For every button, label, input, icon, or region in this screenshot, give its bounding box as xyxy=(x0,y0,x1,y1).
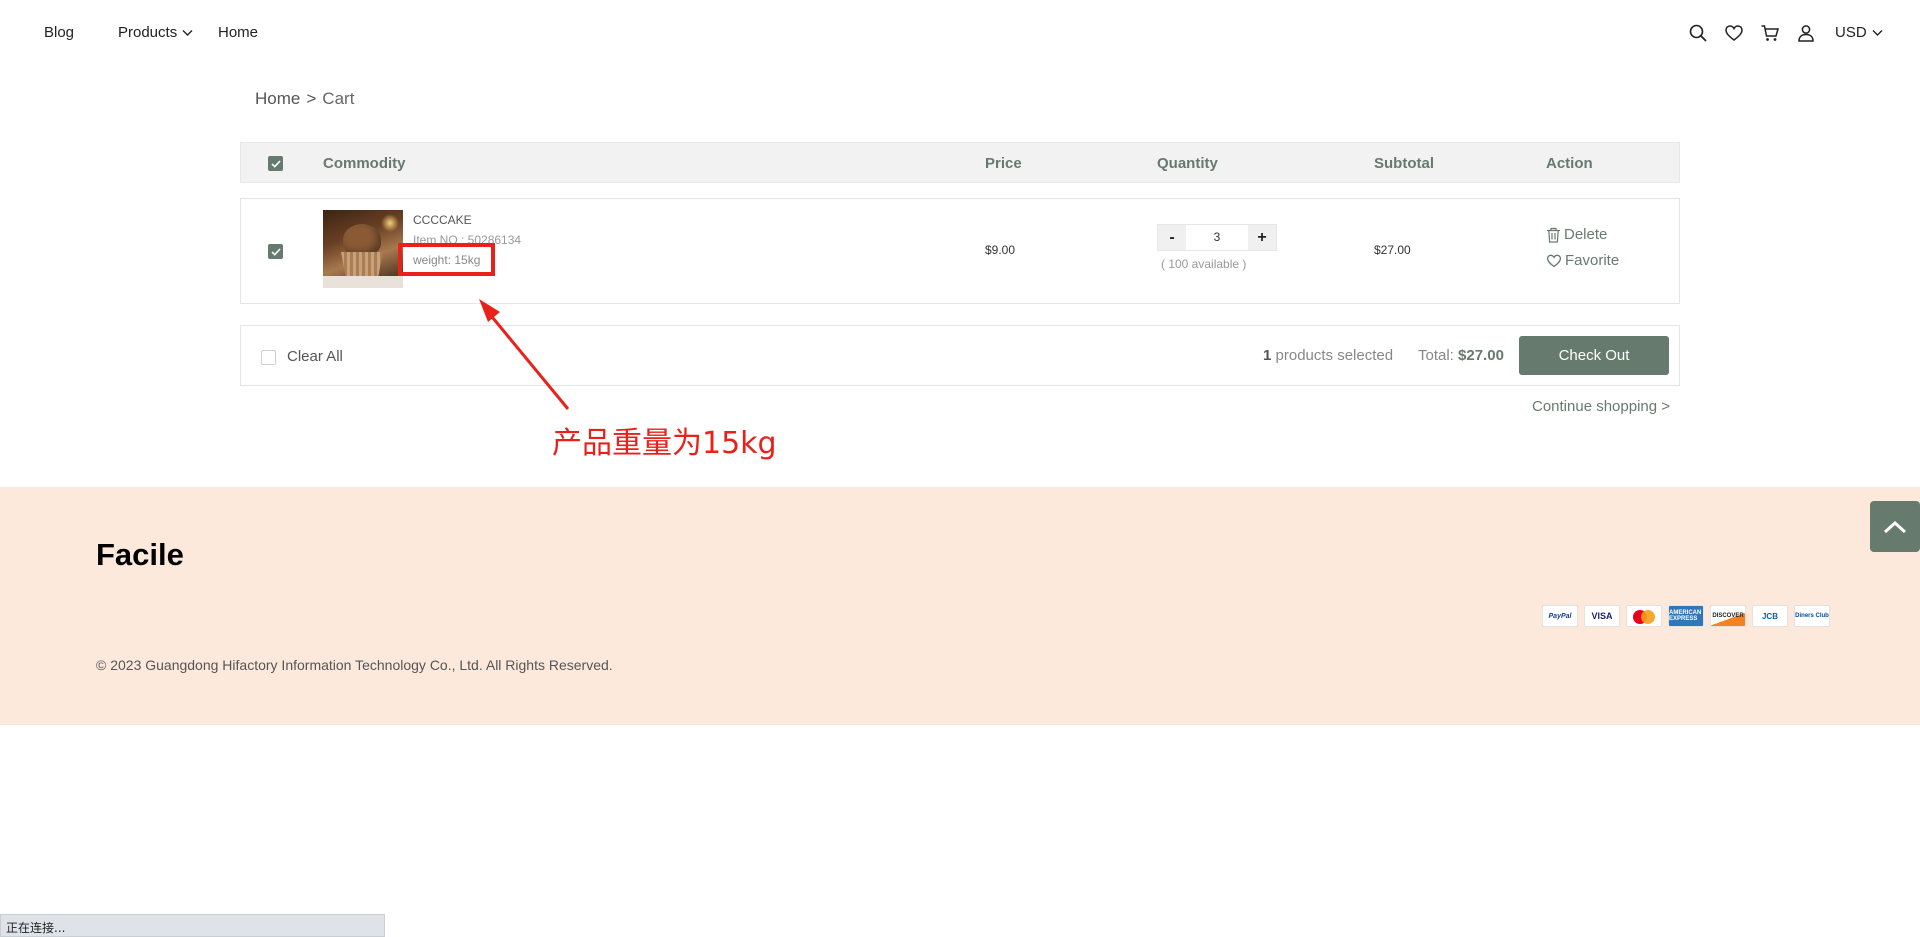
footer-logo[interactable]: Facile xyxy=(96,537,184,573)
nav-products-dropdown[interactable]: Products xyxy=(118,24,193,41)
quantity-available: ( 100 available ) xyxy=(1161,257,1247,271)
nav-home-link[interactable]: Home xyxy=(218,24,258,41)
delete-label: Delete xyxy=(1564,226,1608,243)
total-text: Total: $27.00 xyxy=(1418,347,1504,364)
quantity-increase-button[interactable]: + xyxy=(1248,225,1276,250)
search-icon[interactable] xyxy=(1688,23,1708,43)
selected-label: products selected xyxy=(1275,347,1394,364)
favorite-button[interactable]: Favorite xyxy=(1546,252,1619,269)
paypal-icon: PayPal xyxy=(1542,605,1578,627)
selected-count-text: 1 products selected xyxy=(1263,347,1393,364)
clear-all-button[interactable]: Clear All xyxy=(287,348,343,365)
user-icon[interactable] xyxy=(1796,23,1816,43)
browser-status-bar: 正在连接... xyxy=(0,914,385,937)
header-subtotal: Subtotal xyxy=(1374,155,1434,172)
total-value: $27.00 xyxy=(1458,347,1504,364)
nav-blog-label: Blog xyxy=(44,24,75,41)
checkmark-icon xyxy=(270,159,281,168)
mastercard-icon xyxy=(1626,605,1662,627)
chevron-down-icon xyxy=(1872,29,1883,36)
product-thumbnail[interactable] xyxy=(323,210,403,288)
cart-page: Blog Products Home USD Home > Cart Commo… xyxy=(0,0,1920,937)
diners-club-icon: Diners Club xyxy=(1794,605,1830,627)
checkout-button[interactable]: Check Out xyxy=(1519,336,1669,375)
breadcrumb: Home > Cart xyxy=(255,89,354,109)
continue-shopping-link[interactable]: Continue shopping > xyxy=(1532,398,1670,415)
header-quantity: Quantity xyxy=(1157,155,1218,172)
breadcrumb-home[interactable]: Home xyxy=(255,89,300,109)
item-subtotal: $27.00 xyxy=(1374,243,1411,257)
item-checkbox[interactable] xyxy=(268,244,283,259)
cart-icon[interactable] xyxy=(1760,23,1780,43)
jcb-icon: JCB xyxy=(1752,605,1788,627)
delete-button[interactable]: Delete xyxy=(1546,226,1607,243)
select-all-checkbox[interactable] xyxy=(268,156,283,171)
checkmark-icon xyxy=(270,247,281,256)
nav-products-label: Products xyxy=(118,24,178,41)
trash-icon xyxy=(1547,227,1560,243)
quantity-input[interactable] xyxy=(1186,225,1248,250)
annotation-arrow xyxy=(479,299,570,410)
cart-table-header: Commodity Price Quantity Subtotal Action xyxy=(240,142,1680,183)
header-price: Price xyxy=(985,155,1022,172)
visa-icon: VISA xyxy=(1584,605,1620,627)
quantity-decrease-button[interactable]: - xyxy=(1158,225,1186,250)
currency-selector[interactable]: USD xyxy=(1835,24,1883,41)
heart-icon xyxy=(1546,254,1562,268)
annotation-highlight-box xyxy=(398,243,495,276)
breadcrumb-current: Cart xyxy=(322,89,355,108)
copyright-text: © 2023 Guangdong Hifactory Information T… xyxy=(96,657,613,673)
selected-count: 1 xyxy=(1263,347,1272,364)
cart-summary-bar: Clear All 1 products selected Total: $27… xyxy=(240,325,1680,386)
nav-home-label: Home xyxy=(218,24,259,41)
heart-icon[interactable] xyxy=(1724,23,1744,43)
back-to-top-button[interactable] xyxy=(1870,501,1920,552)
nav-blog-link[interactable]: Blog xyxy=(44,24,74,41)
total-label: Total: xyxy=(1418,347,1454,364)
quantity-stepper: - + xyxy=(1157,224,1277,251)
annotation-text: 产品重量为15kg xyxy=(552,426,777,461)
header-commodity: Commodity xyxy=(323,155,406,172)
chevron-up-icon xyxy=(1883,520,1907,533)
amex-icon: AMERICAN EXPRESS xyxy=(1668,605,1704,627)
top-navigation: Blog Products Home USD xyxy=(0,0,1920,66)
breadcrumb-separator: > xyxy=(306,89,317,108)
payment-methods: PayPal VISA AMERICAN EXPRESS DISCOVER JC… xyxy=(1542,605,1830,627)
site-footer: Facile PayPal VISA AMERICAN EXPRESS DISC… xyxy=(0,487,1920,725)
item-price: $9.00 xyxy=(985,243,1016,257)
header-action: Action xyxy=(1546,155,1593,172)
chevron-down-icon xyxy=(182,29,193,36)
currency-label: USD xyxy=(1835,24,1867,41)
discover-icon: DISCOVER xyxy=(1710,605,1746,627)
clear-all-checkbox[interactable] xyxy=(261,350,276,365)
product-name[interactable]: CCCCAKE xyxy=(413,213,472,227)
favorite-label: Favorite xyxy=(1565,252,1620,269)
